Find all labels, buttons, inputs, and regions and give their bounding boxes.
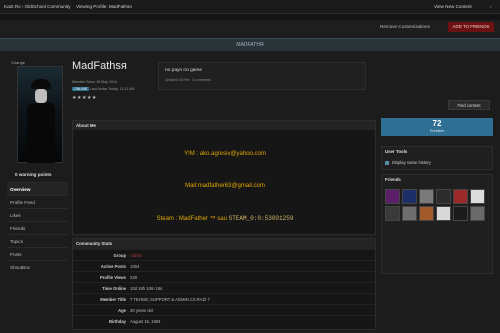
friend-avatar[interactable] [385,189,400,204]
profile-name: MadFathsя [72,60,127,72]
stat-row: Active Posts 1004 [73,260,375,271]
stat-key: Time Online [102,286,126,291]
profile-name-banner: MADFATHЯ [0,38,500,51]
nav-profile-feed[interactable]: Profile Feed [7,195,68,208]
stat-row: Birthday August 15, 1994 [73,315,375,326]
about-ym: Y!M : ako.agresiv@yahoo.com [184,151,266,157]
stat-key: Age [118,308,126,313]
change-avatar-link[interactable]: Change [11,60,25,65]
stat-row: Age 20 years old [73,304,375,315]
nav-overview[interactable]: Overview [7,182,68,195]
stat-row: Time Online 10d 18h 10m 16s [73,282,375,293]
status-update: no payn no game Updated 03 Feb · 0 comme… [158,62,366,90]
stat-value: 228 [130,275,137,280]
display-name-history-link[interactable]: Display name history [385,160,431,165]
stat-key: Birthday [109,319,126,324]
history-icon [385,160,389,165]
friend-avatar[interactable] [453,206,468,221]
friend-avatar[interactable] [402,189,417,204]
friend-avatar[interactable] [419,189,434,204]
community-stats-title: Community Stats [73,239,375,249]
nav-posts[interactable]: Posts [7,247,68,260]
stat-row: Profile Views 228 [73,271,375,282]
last-active: Last Active Today, 11:21 AM [90,87,135,91]
stat-key: Group [113,253,126,258]
online-badge: ONLINE [72,87,90,91]
top-bar: Kat2.Ro › OldSchool Community Viewing Pr… [0,0,500,14]
profile-actions-bar: Remove Customizations ADD TO FRIENDS [0,20,500,34]
friends-panel: Friends [381,174,493,274]
display-name-history-label: Display name history [392,160,431,165]
profile-nav: Overview Profile Feed Likes Friends Topi… [7,182,68,273]
avatar-face [35,89,47,103]
remove-customizations-link[interactable]: Remove Customizations [380,24,430,29]
reputation-label: Excellent [429,129,445,133]
stat-value: 20 years old [130,308,153,313]
rating-stars[interactable]: ★★★★★ [72,95,97,101]
find-content-button[interactable]: Find content [448,100,490,110]
user-tools-panel: User Tools Display name history [381,146,493,170]
stat-value: 10d 18h 10m 16s [130,286,163,291]
user-tools-title: User Tools [385,149,408,154]
stat-row: Group Admin [73,249,375,260]
avatar[interactable] [17,66,63,163]
stat-value: 1004 [130,264,140,269]
nav-likes[interactable]: Likes [7,208,68,221]
nav-shoutbox[interactable]: ShoutBox [7,260,68,273]
friends-title: Friends [385,177,401,182]
reputation-box: 72 Excellent [381,118,493,136]
banner-title: MADFATHЯ [236,42,264,48]
avatar-coat [27,103,55,163]
status-meta[interactable]: Updated 03 Feb · 0 comments [165,78,211,82]
friend-avatar[interactable] [470,206,485,221]
friend-avatar[interactable] [436,206,451,221]
friend-avatar[interactable] [453,189,468,204]
breadcrumb-home[interactable]: Kat2.Ro › OldSchool Community [4,4,70,9]
about-me-panel: About Me Y!M : ako.agresiv@yahoo.com Mai… [72,120,376,235]
reputation-number: 72 [432,119,442,128]
friend-avatar[interactable] [436,189,451,204]
friend-avatar[interactable] [402,206,417,221]
right-column: Find content 72 Excellent User Tools Dis… [381,58,493,330]
stat-row: Member Title 7 TEHNIC SUPPORT & ADMIN CS.… [73,293,375,304]
stat-key: Active Posts [100,264,126,269]
stat-value: Admin [130,253,142,258]
stat-key: Member Title [100,297,126,302]
about-steam-id: STEAM_0:0:53001259 [228,215,294,222]
member-since: Member Since 16 May 2014 [72,80,117,84]
about-mail: Mail:madfather63@gmail.com [185,183,265,189]
friend-avatar[interactable] [470,189,485,204]
avatar-hat [31,79,51,89]
about-steam: Steam : MadFather ™ sau STEAM_0:0:530012… [73,215,377,222]
status-text: no payn no game [165,68,203,73]
add-friend-button[interactable]: ADD TO FRIENDS [448,22,494,32]
community-stats-panel: Community Stats Group Admin Active Posts 1… [72,238,376,330]
stat-key: Profile Views [100,275,126,280]
about-me-title: About Me [73,121,375,130]
main-column: MadFathsя Member Since 16 May 2014 ONLIN… [72,58,376,330]
stat-value: 7 TEHNIC SUPPORT & ADMIN CS.RAZI 7 [130,297,210,302]
warning-points: 0 warning points [15,172,52,177]
stat-value: August 15, 1994 [130,319,161,324]
left-column: Change 0 warning points Overview Profile… [7,58,68,330]
nav-friends[interactable]: Friends [7,221,68,234]
about-steam-prefix: Steam : MadFather ™ sau [156,216,229,222]
nav-topics[interactable]: Topics [7,234,68,247]
breadcrumb-profile[interactable]: Viewing Profile: MadFathsя [76,4,132,9]
friend-avatar[interactable] [419,206,434,221]
friend-avatar[interactable] [385,206,400,221]
